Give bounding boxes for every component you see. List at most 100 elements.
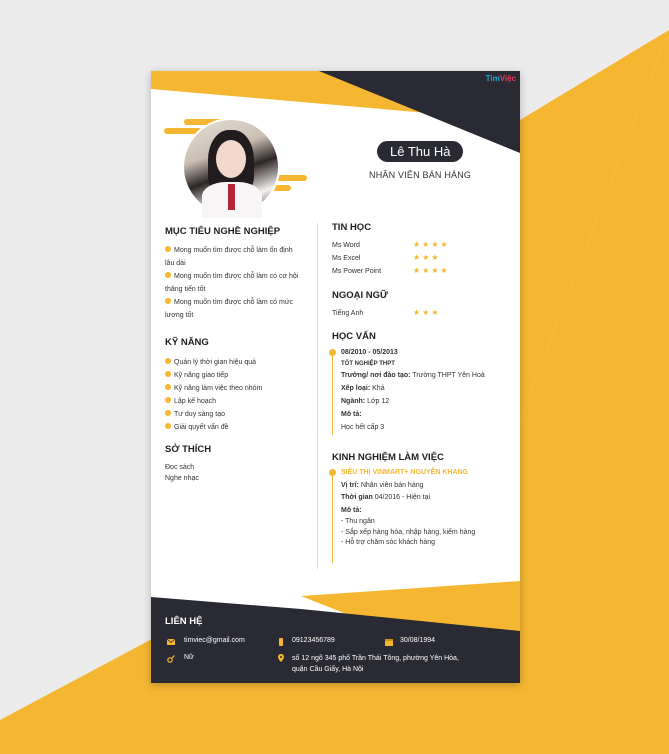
timeline-line: [332, 471, 333, 563]
skill-item-text: Quản lý thời gian hiệu quả: [174, 359, 257, 366]
it-skill-name: Ms Excel: [332, 255, 361, 262]
contact-email[interactable]: timviec@gmail.com: [184, 637, 245, 644]
field-value: Lớp 12: [367, 398, 390, 405]
experience-task: - Thu ngân: [341, 518, 375, 525]
rating-stars: ★★★★: [413, 240, 450, 249]
check-icon: [165, 397, 171, 403]
skill-item-text: Kỹ năng giao tiếp: [174, 372, 229, 379]
education-major: Ngành: Lớp 12: [341, 395, 516, 408]
education-period: 08/2010 - 05/2013: [341, 349, 398, 356]
objective-item-text: Mong muốn tìm được chỗ làm có cơ hội: [174, 273, 299, 280]
education-school: Trường/ nơi đào tạo: Trường THPT Yên Hoà: [341, 369, 516, 382]
objective-item-text: thăng tiến tốt: [165, 286, 206, 293]
experience-tasks: - Thu ngân - Sắp xếp hàng hóa, nhập hàng…: [341, 517, 519, 549]
field-label: Trường/ nơi đào tạo:: [341, 372, 411, 379]
field-label: Mô tả:: [341, 506, 362, 514]
check-icon: [165, 384, 171, 390]
field-label: Ngành:: [341, 398, 366, 405]
timeline-line: [332, 351, 333, 435]
skill-item: Lập kế hoạch: [165, 395, 315, 408]
brand-logo-part: Việc: [499, 74, 516, 83]
rating-stars: ★★★: [413, 308, 441, 317]
phone-icon: [279, 638, 283, 646]
address-line: số 12 ngõ 345 phố Trần Thái Tông, phường…: [292, 655, 459, 662]
candidate-role: NHÂN VIÊN BÁN HÀNG: [369, 170, 472, 180]
objective-item: Mong muốn tìm được chỗ làm có cơ hội: [165, 270, 315, 283]
objective-item: Mong muốn tìm được chỗ làm ổn định: [165, 244, 315, 257]
objective-item-text: Mong muốn tìm được chỗ làm có mức: [174, 299, 293, 306]
address-line: quận Cầu Giấy, Hà Nội: [292, 666, 364, 673]
experience-task: - Hỗ trợ chăm sóc khách hàng: [341, 539, 436, 546]
field-label: Mô tả:: [341, 411, 362, 418]
contact-phone[interactable]: 09123456789: [292, 637, 335, 644]
contact-title: LIÊN HỆ: [165, 616, 203, 627]
calendar-icon: [385, 639, 393, 646]
field-value: Trường THPT Yên Hoà: [412, 372, 485, 379]
skill-item: Tư duy sáng tạo: [165, 408, 315, 421]
skill-item: Kỹ năng làm việc theo nhóm: [165, 382, 315, 395]
field-label: Vị trí:: [341, 481, 359, 489]
timeline-dot: [329, 469, 336, 476]
skill-item-text: Giải quyết vấn đề: [174, 424, 229, 431]
skill-item-text: Lập kế hoạch: [174, 398, 217, 405]
contact-gender: Nữ: [184, 654, 194, 661]
skill-item: Quản lý thời gian hiệu quả: [165, 356, 315, 369]
education-title: HỌC VẤN: [332, 331, 376, 342]
contact-address: số 12 ngõ 345 phố Trần Thái Tông, phường…: [292, 653, 459, 675]
objective-list: Mong muốn tìm được chỗ làm ổn định lâu d…: [165, 244, 315, 322]
skills-title: KỸ NĂNG: [165, 337, 209, 348]
skill-item-text: Kỹ năng làm việc theo nhóm: [174, 385, 263, 392]
field-label: Xếp loại:: [341, 385, 371, 392]
hobbies-title: SỞ THÍCH: [165, 444, 212, 455]
hobbies-list: Đọc sách Nghe nhạc: [165, 462, 199, 484]
check-icon: [165, 423, 171, 429]
field-value: 04/2016 - Hiện tại: [374, 494, 431, 501]
brand-logo: TimViệc: [486, 74, 516, 83]
check-icon: [165, 371, 171, 377]
profile-photo: [182, 118, 280, 218]
objective-title: MỤC TIÊU NGHỀ NGHIỆP: [165, 226, 281, 237]
rating-stars: ★★★★: [413, 266, 450, 275]
field-label: Thời gian: [341, 494, 373, 501]
check-icon: [165, 298, 171, 304]
objective-item-text: lâu dài: [165, 260, 186, 267]
experience-position: Vị trí: Nhân viên bán hàng: [341, 480, 519, 493]
check-icon: [165, 358, 171, 364]
experience-task: - Sắp xếp hàng hóa, nhập hàng, kiểm hàng: [341, 528, 476, 536]
check-icon: [165, 246, 171, 252]
candidate-name: Lê Thu Hà: [377, 141, 464, 162]
field-value: Nhân viên bán hàng: [360, 481, 424, 489]
objective-item-text: Mong muốn tìm được chỗ làm ổn định: [174, 247, 293, 254]
education-degree: TỐT NGHIỆP THPT: [341, 361, 395, 367]
column-divider: [317, 223, 318, 569]
it-skill-name: Ms Power Point: [332, 268, 382, 275]
it-skill-name: Ms Word: [332, 242, 360, 249]
field-value: Khá: [372, 385, 385, 392]
education-description: Học hết cấp 3: [341, 424, 385, 431]
hobby-item: Nghe nhạc: [165, 475, 199, 482]
experience-company: SIÊU THỊ VINMART+ NGUYỄN KHANG: [341, 469, 468, 476]
rating-stars: ★★★: [413, 253, 441, 262]
contact-dob: 30/08/1994: [400, 637, 436, 644]
skills-list: Quản lý thời gian hiệu quả Kỹ năng giao …: [165, 356, 315, 434]
it-title: TIN HỌC: [332, 222, 372, 233]
hobby-item: Đọc sách: [165, 464, 195, 471]
check-icon: [165, 410, 171, 416]
skill-item: Giải quyết vấn đề: [165, 421, 315, 434]
experience-title: KINH NGHIỆM LÀM VIỆC: [332, 452, 444, 463]
gender-icon: [167, 655, 175, 663]
brand-logo-part: Tim: [485, 74, 500, 83]
cv-card: TimViệc Lê Thu Hà NHÂN VIÊN BÁN HÀNG MỤC…: [151, 71, 520, 683]
check-icon: [165, 272, 171, 278]
language-name: Tiếng Anh: [332, 310, 364, 317]
education-rank: Xếp loại: Khá: [341, 382, 516, 395]
skill-item: Kỹ năng giao tiếp: [165, 369, 315, 382]
experience-time: Thời gian 04/2016 - Hiện tại: [341, 492, 519, 505]
objective-item: Mong muốn tìm được chỗ làm có mức: [165, 296, 315, 309]
languages-title: NGOẠI NGỮ: [332, 290, 388, 301]
experience-entry: SIÊU THỊ VINMART+ NGUYỄN KHANG Vị trí: N…: [341, 467, 519, 549]
skill-item-text: Tư duy sáng tạo: [174, 411, 225, 418]
location-icon: [278, 654, 284, 662]
email-icon: [167, 638, 175, 645]
timeline-dot: [329, 349, 336, 356]
